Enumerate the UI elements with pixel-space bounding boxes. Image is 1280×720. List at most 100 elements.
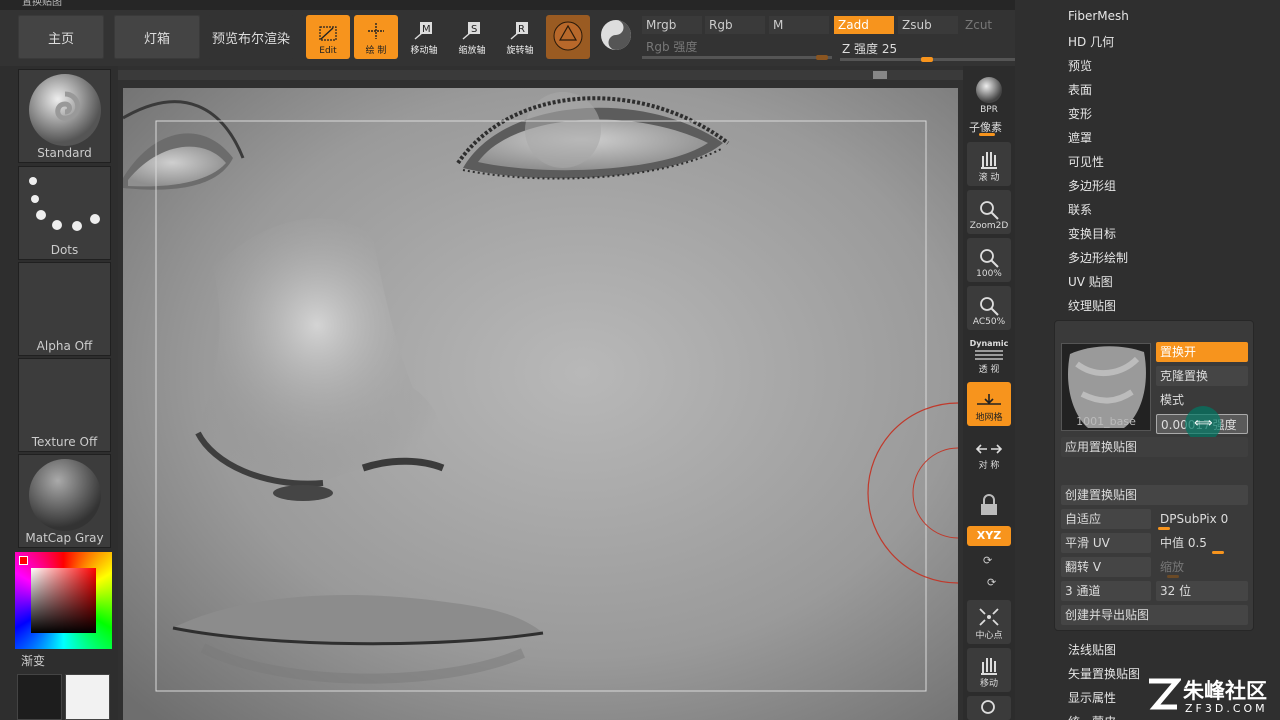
symmetry-arrows-icon bbox=[975, 444, 1003, 454]
bpr-button[interactable]: BPR bbox=[967, 70, 1011, 118]
create-displacement-button[interactable]: 创建置换贴图 bbox=[1061, 485, 1248, 505]
lightbox-button[interactable]: 灯箱 bbox=[114, 15, 200, 59]
flip-v-toggle[interactable]: 翻转 V bbox=[1061, 557, 1151, 577]
z-intensity-slider[interactable]: Z 强度 25 bbox=[842, 40, 897, 57]
clone-displacement-button[interactable]: 克隆置换 bbox=[1156, 366, 1248, 386]
floor-grid-button[interactable]: 地网格 bbox=[967, 382, 1011, 426]
zoom100-button[interactable]: 100% bbox=[967, 238, 1011, 282]
rgb-intensity-knob[interactable] bbox=[816, 55, 828, 60]
move-button[interactable]: 移动 bbox=[967, 648, 1011, 692]
stroke-label: Dots bbox=[50, 243, 79, 257]
smooth-uv-toggle[interactable]: 平滑 UV bbox=[1061, 533, 1151, 553]
m-toggle[interactable]: M bbox=[769, 16, 829, 34]
zoom2d-label: Zoom2D bbox=[969, 221, 1009, 231]
texture-selector[interactable]: Texture Off bbox=[18, 358, 111, 452]
scale-knob[interactable] bbox=[1167, 575, 1179, 578]
texture-label: Texture Off bbox=[31, 435, 98, 449]
menu-item[interactable]: 联系 bbox=[1068, 201, 1092, 218]
apply-displacement-button[interactable]: 应用置换贴图 bbox=[1061, 437, 1248, 457]
xyz-rotate-button[interactable]: XYZ bbox=[967, 526, 1011, 546]
menu-item[interactable]: 预览 bbox=[1068, 57, 1092, 74]
stroke-selector[interactable]: Dots bbox=[18, 166, 111, 260]
menu-item[interactable]: 多边形绘制 bbox=[1068, 249, 1128, 266]
z-intensity-knob[interactable] bbox=[921, 57, 933, 62]
mid-label: 中值 bbox=[1160, 536, 1185, 550]
zf-logo-icon bbox=[1149, 678, 1181, 710]
menu-item[interactable]: 变形 bbox=[1068, 105, 1092, 122]
rotate-axis-button[interactable]: R 旋转轴 bbox=[498, 15, 542, 59]
brush-selector[interactable]: Standard bbox=[18, 69, 111, 163]
main-color-swatch[interactable] bbox=[17, 674, 62, 720]
menu-item[interactable]: UV 贴图 bbox=[1068, 273, 1113, 290]
rgb-toggle[interactable]: Rgb bbox=[705, 16, 765, 34]
displacement-on-button[interactable]: 置换开 bbox=[1156, 342, 1248, 362]
zadd-toggle[interactable]: Zadd bbox=[834, 16, 894, 34]
home-button[interactable]: 主页 bbox=[18, 15, 104, 59]
scale-axis-label: 缩放轴 bbox=[458, 46, 486, 56]
dpsubpix-slider[interactable]: DPSubPix 0 bbox=[1156, 509, 1248, 529]
scale-slider[interactable]: 缩放 bbox=[1156, 557, 1248, 577]
displacement-thumbnail[interactable]: 1001_base bbox=[1061, 343, 1151, 431]
menu-item[interactable]: 矢量置换贴图 bbox=[1068, 665, 1140, 682]
ac50-button[interactable]: AC50% bbox=[967, 286, 1011, 330]
window-title: 置换贴图 bbox=[0, 0, 1050, 10]
dpsubpix-knob[interactable] bbox=[1158, 527, 1170, 530]
menu-item[interactable]: 多边形组 bbox=[1068, 177, 1116, 194]
menu-item[interactable]: 法线贴图 bbox=[1068, 641, 1116, 658]
saturation-square[interactable] bbox=[31, 568, 96, 633]
material-selector[interactable]: MatCap Gray bbox=[18, 454, 111, 548]
mrgb-toggle[interactable]: Mrgb bbox=[642, 16, 702, 34]
color-picker[interactable] bbox=[15, 552, 112, 649]
menu-item[interactable]: 变换目标 bbox=[1068, 225, 1116, 242]
lock-button[interactable] bbox=[967, 478, 1011, 522]
draw-tool-button[interactable]: 绘 制 bbox=[354, 15, 398, 59]
rgb-intensity-slider[interactable]: Rgb 强度 bbox=[642, 38, 832, 56]
alpha-selector[interactable]: Alpha Off bbox=[18, 262, 111, 356]
z-intensity-value: 25 bbox=[881, 42, 898, 56]
menu-item[interactable]: FiberMesh bbox=[1068, 9, 1129, 23]
center-button[interactable]: 中心点 bbox=[967, 600, 1011, 644]
adaptive-toggle[interactable]: 自适应 bbox=[1061, 509, 1151, 529]
move-hand-icon bbox=[981, 658, 997, 675]
menu-item[interactable]: 显示属性 bbox=[1068, 689, 1116, 706]
symmetry-button[interactable]: 对 称 bbox=[967, 430, 1011, 474]
z-intensity-track bbox=[840, 58, 1030, 61]
scale-axis-button[interactable]: S 缩放轴 bbox=[450, 15, 494, 59]
gradient-label[interactable]: 渐变 bbox=[21, 652, 45, 669]
create-export-button[interactable]: 创建并导出贴图 bbox=[1061, 605, 1248, 625]
z-rotate-icon[interactable]: ⟳ bbox=[987, 576, 996, 589]
mid-value-knob[interactable] bbox=[1212, 551, 1224, 554]
scroll-button[interactable]: 滚 动 bbox=[967, 142, 1011, 186]
y-rotate-icon[interactable]: ⟳ bbox=[983, 554, 992, 567]
face-sculpt-render bbox=[123, 88, 958, 720]
zoom2d-button[interactable]: Zoom2D bbox=[967, 190, 1011, 234]
zcut-toggle[interactable]: Zcut bbox=[961, 16, 1021, 34]
menu-item[interactable]: 可见性 bbox=[1068, 153, 1104, 170]
menu-item[interactable]: 纹理贴图 bbox=[1068, 297, 1116, 314]
channels-toggle[interactable]: 3 通道 bbox=[1061, 581, 1151, 601]
resize-cursor-icon: ⟺ bbox=[1194, 416, 1213, 431]
yin-yang-button[interactable] bbox=[594, 15, 638, 59]
zoom-button[interactable] bbox=[967, 696, 1011, 720]
floor-grid-icon bbox=[977, 394, 1001, 405]
move-axis-button[interactable]: M 移动轴 bbox=[402, 15, 446, 59]
canvas-scrollbar[interactable] bbox=[118, 70, 963, 80]
zsub-toggle[interactable]: Zsub bbox=[898, 16, 958, 34]
bits-toggle[interactable]: 32 位 bbox=[1156, 581, 1248, 601]
menu-item[interactable]: 遮罩 bbox=[1068, 129, 1092, 146]
subpixel-slider-knob[interactable] bbox=[979, 133, 995, 136]
menu-item[interactable]: 表面 bbox=[1068, 81, 1092, 98]
preview-boolean-button[interactable]: 预览布尔渲染 bbox=[208, 15, 294, 59]
material-sphere-button[interactable] bbox=[546, 15, 590, 59]
menu-item[interactable]: HD 几何 bbox=[1068, 33, 1114, 50]
dpsubpix-value: 0 bbox=[1220, 512, 1229, 526]
edit-tool-button[interactable]: Edit bbox=[306, 15, 350, 59]
yin-yang-icon bbox=[601, 20, 631, 50]
menu-item[interactable]: 统一蒙皮 bbox=[1068, 713, 1116, 720]
3d-viewport[interactable] bbox=[123, 88, 958, 720]
secondary-color-swatch[interactable] bbox=[65, 674, 110, 720]
mid-value-slider[interactable]: 中值 0.5 bbox=[1156, 533, 1248, 553]
perspective-button[interactable]: Dynamic 透 视 bbox=[967, 334, 1011, 378]
bpr-label: BPR bbox=[980, 105, 998, 115]
canvas-scroll-thumb[interactable] bbox=[873, 71, 887, 79]
